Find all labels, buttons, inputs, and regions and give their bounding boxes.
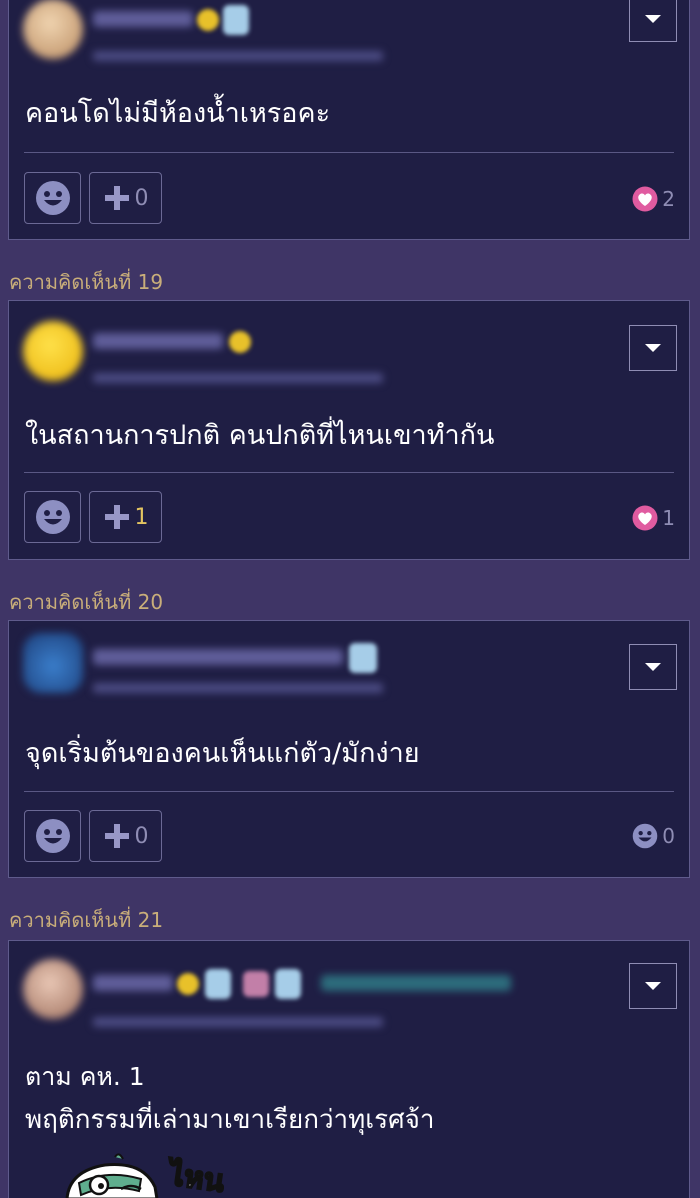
badge-icon	[205, 969, 231, 999]
chevron-down-icon	[645, 344, 661, 352]
timestamp-blurred	[93, 51, 383, 61]
reaction-count: 0	[662, 824, 675, 848]
reaction-count: 2	[662, 187, 675, 211]
comment-menu-button[interactable]	[629, 325, 677, 371]
username-blurred[interactable]	[93, 649, 343, 665]
chevron-down-icon	[645, 663, 661, 671]
smile-icon	[35, 819, 70, 853]
comment-card: คอนโดไม่มีห้องน้ำเหรอคะ 0 2	[8, 0, 690, 240]
comment-number-label: ความคิดเห็นที่ 20	[9, 590, 164, 614]
comment-body-line: พฤติกรรมที่เล่ามาเขาเรียกว่าทุเรศจ้า	[25, 1105, 435, 1135]
emotion-button[interactable]	[24, 172, 81, 224]
comment-menu-button[interactable]	[629, 644, 677, 690]
divider	[24, 791, 674, 792]
plus-vote-button[interactable]: 1	[89, 491, 162, 543]
badge-icon	[229, 331, 251, 353]
badge-icon	[177, 973, 199, 995]
chevron-down-icon	[645, 15, 661, 23]
comment-body-line: ตาม คห. 1	[25, 1062, 145, 1091]
reaction-summary[interactable]: 1	[632, 505, 675, 531]
reaction-summary[interactable]: 0	[632, 823, 675, 849]
timestamp-blurred	[93, 683, 383, 693]
divider	[24, 472, 674, 473]
comment-card: จุดเริ่มต้นของคนเห็นแก่ตัว/มักง่าย 0 0	[8, 620, 690, 878]
smile-icon	[35, 500, 70, 534]
badge-icon	[349, 643, 377, 673]
avatar[interactable]	[23, 959, 83, 1019]
badge-icon	[243, 971, 269, 997]
username-blurred[interactable]	[93, 333, 223, 349]
divider	[24, 152, 674, 153]
plus-icon	[104, 505, 129, 529]
plus-icon	[104, 824, 129, 848]
heart-icon	[632, 186, 658, 212]
chevron-down-icon	[645, 982, 661, 990]
plus-vote-button[interactable]: 0	[89, 172, 162, 224]
badge-icon	[275, 969, 301, 999]
comment-body: คอนโดไม่มีห้องน้ำเหรอคะ	[25, 98, 331, 129]
plus-icon	[104, 186, 129, 210]
plus-vote-button[interactable]: 0	[89, 810, 162, 862]
plus-count: 0	[134, 185, 149, 211]
comment-menu-button[interactable]	[629, 0, 677, 42]
comment-body: จุดเริ่มต้นของคนเห็นแก่ตัว/มักง่าย	[25, 738, 420, 769]
plus-count: 0	[134, 823, 149, 849]
avatar[interactable]	[23, 321, 83, 381]
avatar[interactable]	[23, 633, 83, 693]
timestamp-blurred	[93, 373, 383, 383]
sticker-text: ไหน	[166, 1156, 228, 1198]
username-blurred[interactable]	[93, 975, 173, 991]
comment-card: ตาม คห. 1 พฤติกรรมที่เล่ามาเขาเรียกว่าทุ…	[8, 940, 690, 1198]
emotion-button[interactable]	[24, 491, 81, 543]
avatar[interactable]	[23, 0, 83, 59]
comment-number-label: ความคิดเห็นที่ 19	[9, 270, 164, 294]
heart-icon	[632, 505, 658, 531]
comment-body: ในสถานการปกติ คนปกติที่ไหนเขาทำกัน	[25, 420, 495, 451]
reaction-count: 1	[662, 506, 675, 530]
smile-icon	[632, 823, 658, 849]
group-tag-blurred[interactable]	[321, 975, 511, 991]
reaction-summary[interactable]: 2	[632, 186, 675, 212]
timestamp-blurred	[93, 1017, 383, 1027]
emotion-button[interactable]	[24, 810, 81, 862]
comment-menu-button[interactable]	[629, 963, 677, 1009]
smile-icon	[35, 181, 70, 215]
comment-card: ในสถานการปกติ คนปกติที่ไหนเขาทำกัน 1 1	[8, 300, 690, 560]
comment-feed: คอนโดไม่มีห้องน้ำเหรอคะ 0 2 ความคิดเห็นท…	[0, 0, 700, 1198]
badge-icon	[197, 9, 219, 31]
plus-count: 1	[134, 504, 149, 530]
comment-number-label: ความคิดเห็นที่ 21	[9, 908, 164, 932]
username-blurred[interactable]	[93, 11, 193, 27]
badge-icon	[223, 5, 249, 35]
